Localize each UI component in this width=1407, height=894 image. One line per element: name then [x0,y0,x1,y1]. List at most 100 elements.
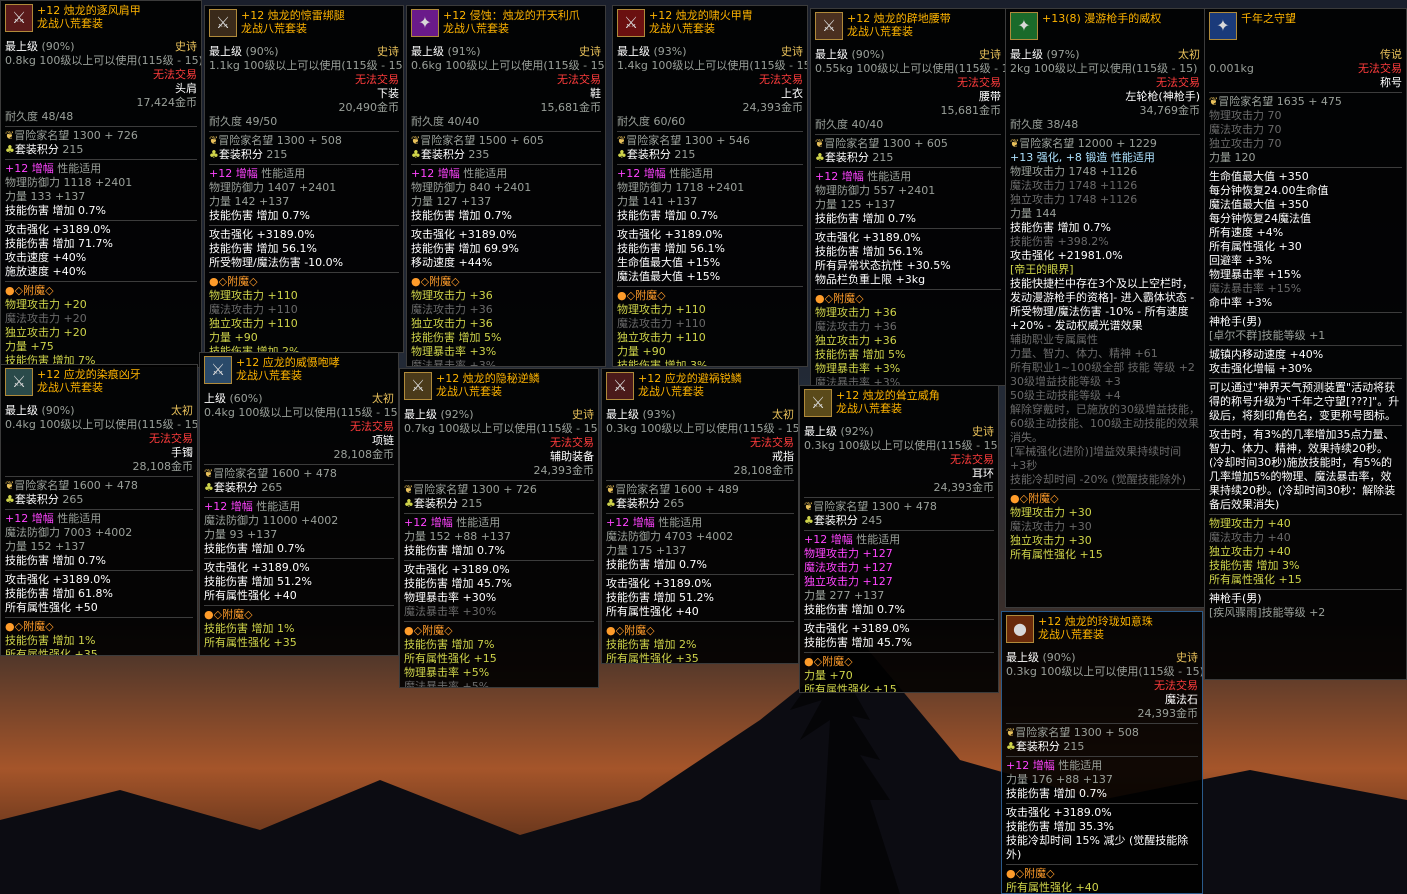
enchant-line: 所有属性强化 +35 [606,652,699,664]
amp-label: +12 增幅 [617,167,666,180]
rarity: 史诗 [175,40,197,53]
set-pts: 215 [872,151,894,164]
set-pts-label: 套装积分 [420,148,465,161]
defense: 物理防御力 1118 +2401 [5,176,133,189]
price: 15,681金币 [940,104,1002,117]
skill-dmg: 技能伤害 增加 0.7% [5,554,106,567]
weight: 1.1kg [209,59,240,72]
aux-line: 解除穿戴时，已施放的30级增益技能，60级主动技能、100级主动技能的效果消失。 [1010,403,1200,444]
opt-line: 技能伤害 增加 56.1% [815,245,923,258]
item-tooltip-weapon: ✦ +13(8) 漫游枪手的威权 最上级 (97%) 太初 2kg 100级以上可… [1005,8,1205,608]
enchant-label: ◇附魔◇ [213,608,253,621]
strength: 力量 133 +137 [5,190,86,203]
opt-line: 所有速度 +4% [1209,226,1284,239]
stat-line: 攻击强化 +21981.0% [1010,249,1123,262]
set-pts-label: 套装积分 [213,481,258,494]
shoulder-armor-icon: ⚔ [5,4,33,32]
job-line: 神枪手(男) [1209,315,1262,328]
opt-line: 攻击强化 +3189.0% [606,577,712,590]
enchant-line: 物理攻击力 +20 [5,298,87,311]
set-pts: 215 [266,148,288,161]
stat-line: 魔法攻击力 70 [1209,123,1282,136]
aux-line: [军械强化(进阶)]增益效果持续时间 +3秒 [1010,445,1182,472]
stat-line: 物理攻击力 1748 +1126 [1010,165,1138,178]
grade-pct: (93%) [653,45,687,58]
opt-line: 魔法值最大值 +15% [617,270,721,283]
weight: 0.6kg [411,59,442,72]
opt-line: 技能伤害 增加 45.7% [804,636,912,649]
opt-line: 命中率 +3% [1209,296,1273,309]
set-pts-label: 套装积分 [626,148,671,161]
rep-label: 冒险家名望 [14,479,70,492]
opt-line: 攻击强化增幅 +30% [1209,362,1313,375]
requirement: 100级以上可以使用(115级 - 15) [39,418,198,431]
item-name: +12 应龙的避祸锐鳞 [638,372,742,385]
stat-line: 物理攻击力 +127 [804,547,893,560]
enchant-line: 技能伤害 增加 5% [411,331,502,344]
skill-dmg: 技能伤害 增加 0.7% [815,212,916,225]
job-line: [卓尔不群]技能等级 +1 [1209,329,1326,342]
enchant-line: 技能伤害 增加 1% [5,634,96,647]
no-trade: 无法交易 [750,436,794,449]
price: 17,424金币 [136,96,198,109]
opt-line: 技能伤害 增加 35.3% [1006,820,1114,833]
strength: 力量 152 +88 +137 [404,530,511,543]
slot: 耳环 [972,467,994,480]
rep-value: 1300 + 605 [882,137,948,150]
description: 技能快捷栏中存在3个及以上空栏时，发动漫游枪手的资格]- 进入霸体状态 - 所受… [1010,277,1195,332]
aux-line: 50级主动技能等级 +4 [1010,389,1121,402]
rarity: 史诗 [979,48,1001,61]
set-name: 龙战八荒套装 [638,385,704,398]
opt-line: 魔法值最大值 +350 [1209,198,1309,211]
grade-pct: (91%) [447,45,481,58]
rarity: 太初 [372,392,394,405]
enchant-label: ◇附魔◇ [14,284,54,297]
rep-value: 12000 + 1229 [1077,137,1157,150]
enchant-line: 魔法攻击力 +20 [5,312,87,325]
item-name: +12 烛龙的逐风肩甲 [37,4,141,17]
no-trade: 无法交易 [1156,76,1200,89]
title-icon: ✦ [1209,12,1237,40]
opt-line: 技能伤害 增加 71.7% [5,237,113,250]
rep-value: 1300 + 508 [276,134,342,147]
requirement: 100级以上可以使用(115级 - 15) [856,62,1006,75]
slot: 头肩 [175,82,197,95]
strength: 力量 127 +137 [411,195,492,208]
weight: 0.7kg [404,422,435,435]
stat-line: 独立攻击力 70 [1209,137,1282,150]
price: 15,681金币 [540,101,602,114]
opt-line: 魔法暴击率 +15% [1209,282,1302,295]
enchant-line: 魔法攻击力 +110 [617,317,706,330]
enchant-line: 力量 +70 [804,669,853,682]
grade: 最上级 [411,45,444,58]
enchant-line: 独立攻击力 +30 [1010,534,1092,547]
set-pts: 235 [468,148,490,161]
item-name: +12 烛龙的耸立威角 [836,389,940,402]
enchant-line: 技能伤害 增加 5% [815,348,906,361]
opt-line: 所有属性强化 +30 [1209,240,1302,253]
rarity: 太初 [772,408,794,421]
slot: 魔法石 [1165,693,1198,706]
opt-line: 攻击强化 +3189.0% [617,228,723,241]
no-trade: 无法交易 [153,68,197,81]
defense: 魔法防御力 4703 +4002 [606,530,734,543]
grade-pct: (90%) [245,45,279,58]
enchant-line: 魔法攻击力 +110 [209,303,298,316]
forge: +13 强化, +8 锻造 性能适用 [1010,151,1155,164]
enchant-icon: ● [204,608,214,621]
enchant-line: 独立攻击力 +20 [5,326,87,339]
enchant-icon: ● [1006,867,1016,880]
item-tooltip-shoes: ✦ +12 侵蚀：烛龙的开天利爪 龙战八荒套装 最上级 (91%) 史诗 0.6kg… [406,5,606,367]
skill-dmg: 技能伤害 增加 0.7% [204,542,305,555]
rarity: 史诗 [781,45,803,58]
item-name: +12 应龙的威慑咆哮 [236,356,340,369]
set-name: 龙战八荒套装 [241,22,307,35]
opt-line: 每分钟恢复24.00生命值 [1209,184,1329,197]
item-name: +12 应龙的染痕凶牙 [37,368,141,381]
defense: 物理防御力 1718 +2401 [617,181,745,194]
price: 28,108金币 [733,464,795,477]
enchant-line: 力量 +90 [617,345,666,358]
opt-line: 城镇内移动速度 +40% [1209,348,1324,361]
enchant-line: 魔法攻击力 +30 [1010,520,1092,533]
item-tooltip-top: ⚔ +12 烛龙的啸火甲胄 龙战八荒套装 最上级 (93%) 史诗 1.4kg 10… [612,5,808,367]
